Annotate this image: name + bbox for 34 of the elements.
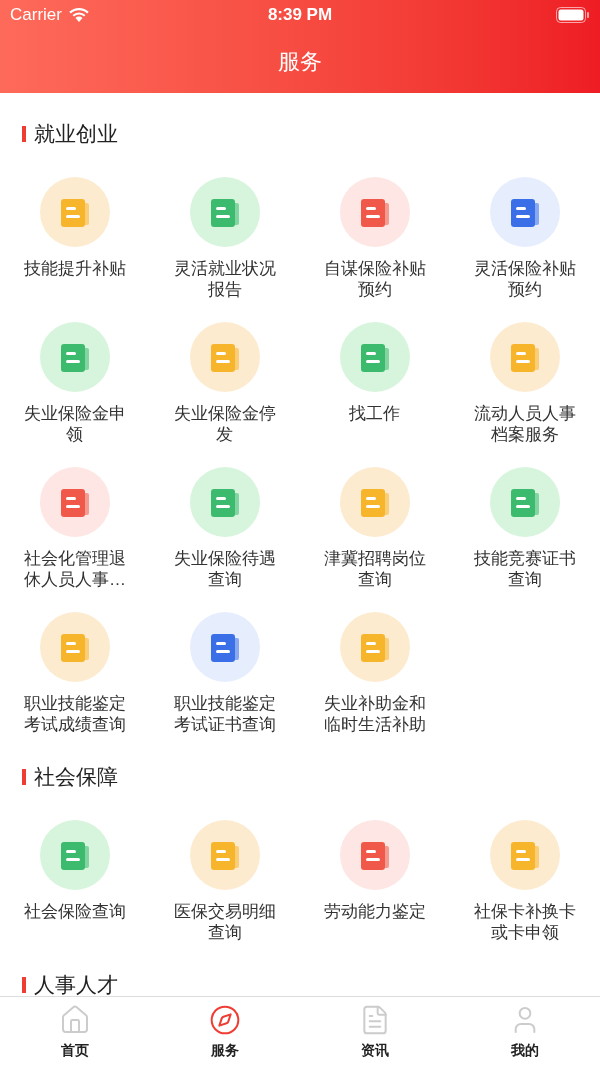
battery-icon <box>556 7 590 23</box>
section-title: 就业创业 <box>34 121 118 148</box>
service-label[interactable]: 找工作 <box>320 403 430 424</box>
section-title: 社会保障 <box>34 764 118 791</box>
service-label[interactable]: 津冀招聘岗位查询 <box>320 548 430 590</box>
service-label[interactable]: 失业补助金和临时生活补助 <box>320 693 430 735</box>
section-marker <box>22 769 26 785</box>
service-label[interactable]: 失业保险待遇查询 <box>170 548 280 590</box>
tab-item[interactable]: 资讯 <box>300 997 450 1067</box>
section-title: 人事人才 <box>34 972 118 996</box>
service-label[interactable]: 灵活保险补贴预约 <box>470 258 580 300</box>
service-label[interactable]: 社会化管理退休人员人事… <box>20 548 130 590</box>
service-label[interactable]: 劳动能力鉴定 <box>320 901 430 922</box>
service-label[interactable]: 社会保险查询 <box>20 901 130 922</box>
service-label[interactable]: 技能提升补贴 <box>20 258 130 279</box>
service-label[interactable]: 技能竞赛证书查询 <box>470 548 580 590</box>
service-label[interactable]: 职业技能鉴定考试成绩查询 <box>20 693 130 735</box>
service-label[interactable]: 医保交易明细查询 <box>170 901 280 943</box>
section-marker <box>22 126 26 142</box>
wifi-icon <box>67 7 90 23</box>
tab-item[interactable]: 服务 <box>150 997 300 1067</box>
service-label[interactable]: 职业技能鉴定考试证书查询 <box>170 693 280 735</box>
carrier-label: Carrier <box>10 4 62 27</box>
service-label[interactable]: 自谋保险补贴预约 <box>320 258 430 300</box>
status-time: 8:39 PM <box>267 4 333 27</box>
service-label[interactable]: 灵活就业状况报告 <box>170 258 280 300</box>
section-marker <box>22 977 26 993</box>
service-label[interactable]: 流动人员人事档案服务 <box>470 403 580 445</box>
tab-item[interactable]: 我的 <box>450 997 600 1067</box>
service-label[interactable]: 失业保险金停发 <box>170 403 280 445</box>
page-title: 服务 <box>278 48 322 76</box>
tab-item[interactable]: 首页 <box>0 997 150 1067</box>
service-label[interactable]: 失业保险金申领 <box>20 403 130 445</box>
service-label[interactable]: 社保卡补换卡或卡申领 <box>470 901 580 943</box>
